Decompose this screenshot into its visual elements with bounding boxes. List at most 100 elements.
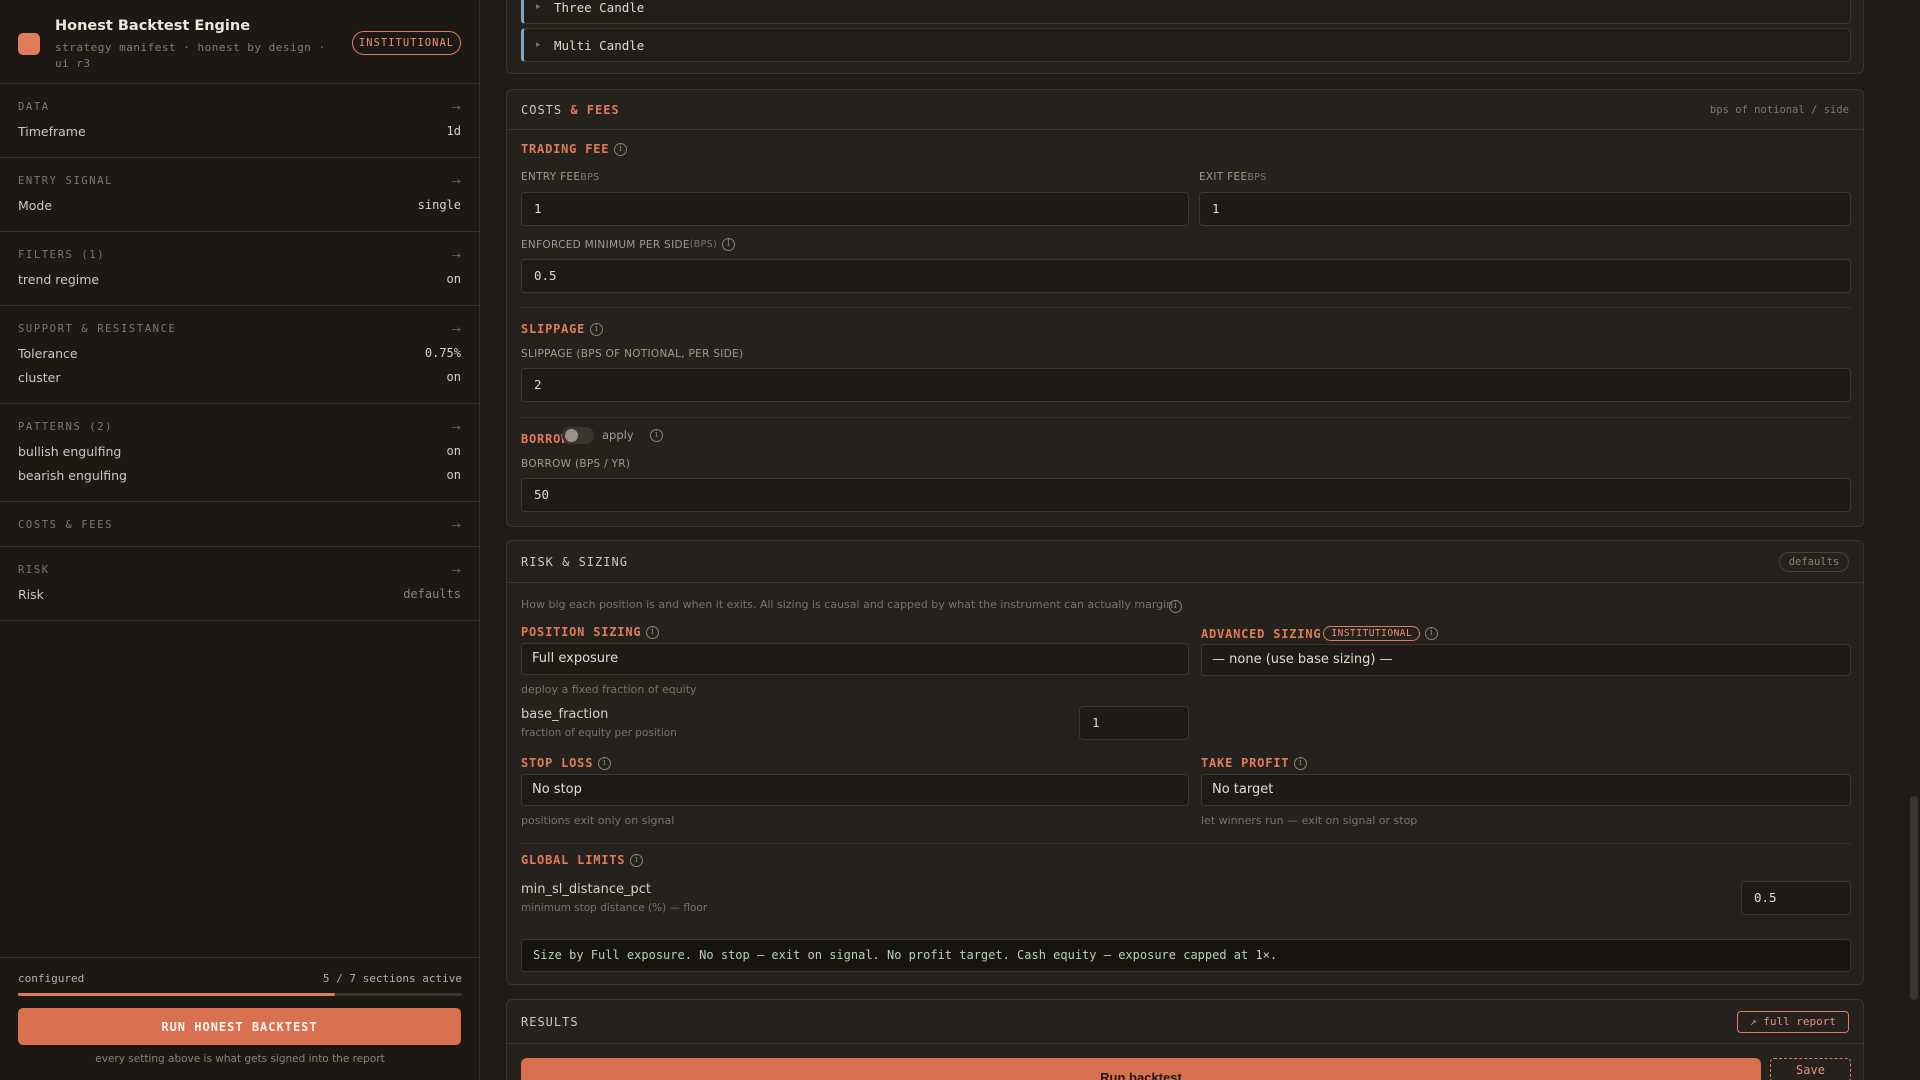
take-profit-label: TAKE PROFIT i: [1201, 756, 1308, 770]
patterns-card: ▸ Three Candle ▸ Multi Candle: [506, 0, 1864, 74]
info-icon[interactable]: i: [598, 756, 612, 770]
arrow-right-icon: →: [451, 563, 461, 577]
slippage-input[interactable]: 2: [521, 368, 1851, 402]
sidebar-row: Risk defaults: [18, 582, 461, 606]
config-progress-fill: [18, 993, 336, 996]
config-progress-bar: [18, 993, 462, 996]
exit-fee-input[interactable]: 1: [1199, 192, 1851, 226]
info-icon[interactable]: i: [614, 142, 628, 156]
sidebar-section-data[interactable]: DATA → Timeframe 1d: [0, 84, 479, 158]
sidebar: Honest Backtest Engine strategy manifest…: [0, 0, 480, 1080]
advanced-sizing-label: ADVANCED SIZING INSTITUTIONAL i: [1201, 626, 1439, 641]
run-backtest-button[interactable]: Run backtest: [521, 1058, 1761, 1080]
trading-fee-label: TRADING FEE i: [521, 142, 628, 156]
main-scrollbar-thumb[interactable]: [1910, 796, 1918, 1000]
arrow-right-icon: →: [451, 518, 461, 532]
institutional-badge: INSTITUTIONAL: [352, 31, 461, 55]
full-report-button[interactable]: ↗ full report: [1737, 1010, 1849, 1033]
sidebar-section-risk[interactable]: RISK → Risk defaults: [0, 547, 479, 621]
sidebar-row-value: defaults: [403, 587, 461, 601]
stop-loss-select[interactable]: No stop: [521, 774, 1189, 806]
pattern-name: Multi Candle: [554, 37, 645, 53]
app-title: Honest Backtest Engine: [55, 18, 251, 34]
entry-fee-input[interactable]: 1: [521, 192, 1189, 226]
info-icon[interactable]: i: [1425, 627, 1439, 640]
position-sizing-hint: deploy a fixed fraction of equity: [521, 683, 697, 696]
app-subtitle: strategy manifest · honest by design · u…: [55, 41, 326, 70]
risk-sizing-card: RISK & SIZING defaults How big each posi…: [506, 540, 1864, 985]
config-status: configured: [18, 972, 85, 985]
sidebar-row-value: on: [446, 468, 461, 482]
exit-fee-label: EXIT FEE BPS: [1199, 171, 1267, 183]
stop-loss-hint: positions exit only on signal: [521, 814, 675, 827]
base-fraction-input[interactable]: 1: [1079, 706, 1189, 740]
info-icon[interactable]: i: [722, 238, 735, 251]
sidebar-section-title: COSTS & FEES: [18, 519, 114, 531]
risk-description: How big each position is and when it exi…: [521, 598, 1177, 611]
min-per-side-input[interactable]: 0.5: [521, 259, 1851, 293]
expand-arrow-icon: ▸: [536, 2, 541, 12]
pattern-row-three-candle[interactable]: ▸ Three Candle: [521, 0, 1851, 24]
costs-card-note: bps of notional / side: [1709, 103, 1849, 116]
take-profit-select[interactable]: No target: [1201, 774, 1851, 806]
sidebar-section-title: RISK: [18, 564, 50, 576]
min-per-side-label: ENFORCED MINIMUM PER SIDE (BPS) i: [521, 238, 735, 251]
sidebar-section-title: SUPPORT & RESISTANCE: [18, 323, 177, 335]
info-icon[interactable]: i: [650, 429, 663, 442]
sidebar-row: trend regime on: [18, 267, 461, 291]
sidebar-section-filters-1[interactable]: FILTERS (1) → trend regime on: [0, 232, 479, 306]
min-sl-distance-input[interactable]: 0.5: [1741, 881, 1851, 915]
sidebar-row: bullish engulfing on: [18, 439, 461, 463]
base-fraction-hint: fraction of equity per position: [521, 727, 677, 739]
divider: [521, 843, 1851, 844]
costs-card-title: COSTS & FEES: [521, 102, 620, 117]
sidebar-row-value: single: [417, 198, 461, 212]
info-icon[interactable]: i: [1294, 756, 1308, 770]
sizing-summary: Size by Full exposure. No stop — exit on…: [521, 939, 1851, 972]
sidebar-row-label: Timeframe: [18, 123, 86, 139]
sidebar-row-value: on: [446, 370, 461, 384]
expand-arrow-icon: ▸: [536, 40, 541, 50]
info-icon[interactable]: i: [590, 322, 604, 336]
info-icon[interactable]: i: [646, 625, 660, 639]
slippage-label: SLIPPAGE i: [521, 322, 604, 336]
sidebar-section-title: DATA: [18, 101, 50, 113]
info-icon[interactable]: i: [630, 853, 644, 867]
borrow-apply-toggle[interactable]: [562, 427, 594, 444]
sidebar-row-label: bullish engulfing: [18, 443, 122, 459]
sidebar-section-costs-fees[interactable]: COSTS & FEES →: [0, 502, 479, 547]
sidebar-row: Timeframe 1d: [18, 119, 461, 143]
base-fraction-name: base_fraction: [521, 707, 609, 722]
sidebar-sections: DATA → Timeframe 1d ENTRY SIGNAL → Mode single F…: [0, 84, 479, 621]
sidebar-row-label: Mode: [18, 197, 53, 213]
sidebar-footer: configured 5 / 7 sections active RUN HON…: [0, 957, 480, 1080]
sidebar-row: bearish engulfing on: [18, 463, 461, 487]
entry-fee-label: ENTRY FEE BPS: [521, 171, 600, 183]
sidebar-section-support-resistance[interactable]: SUPPORT & RESISTANCE → Tolerance 0.75% clust…: [0, 306, 479, 404]
sidebar-section-entry-signal[interactable]: ENTRY SIGNAL → Mode single: [0, 158, 479, 232]
borrow-field-label: BORROW (BPS / YR): [521, 458, 631, 470]
pattern-name: Three Candle: [554, 0, 645, 15]
brand-header: Honest Backtest Engine strategy manifest…: [0, 0, 479, 84]
save-report-button[interactable]: Save report: [1770, 1058, 1851, 1080]
sidebar-row-value: 1d: [446, 124, 461, 138]
footer-note: every setting above is what gets signed …: [95, 1053, 385, 1065]
pattern-row-multi-candle[interactable]: ▸ Multi Candle: [521, 28, 1851, 62]
sidebar-section-patterns-2[interactable]: PATTERNS (2) → bullish engulfing on bearish …: [0, 404, 479, 502]
costs-card-header: COSTS & FEES bps of notional / side: [507, 90, 1863, 130]
run-honest-backtest-button[interactable]: RUN HONEST BACKTEST: [18, 1008, 461, 1045]
borrow-apply-label: apply: [602, 428, 634, 442]
advanced-institutional-badge: INSTITUTIONAL: [1323, 626, 1421, 641]
position-sizing-label: POSITION SIZING i: [521, 625, 660, 639]
risk-card-title: RISK & SIZING: [521, 554, 628, 569]
take-profit-hint: let winners run — exit on signal or stop: [1201, 814, 1418, 827]
divider: [521, 307, 1851, 308]
advanced-sizing-select[interactable]: — none (use base sizing) —: [1201, 644, 1851, 676]
divider: [521, 417, 1851, 418]
sidebar-row-value: on: [446, 444, 461, 458]
results-card-title: RESULTS: [521, 1014, 579, 1029]
info-icon[interactable]: i: [1169, 600, 1182, 613]
position-sizing-select[interactable]: Full exposure: [521, 643, 1189, 675]
results-card-header: RESULTS ↗ full report: [507, 1000, 1863, 1044]
borrow-input[interactable]: 50: [521, 478, 1851, 512]
